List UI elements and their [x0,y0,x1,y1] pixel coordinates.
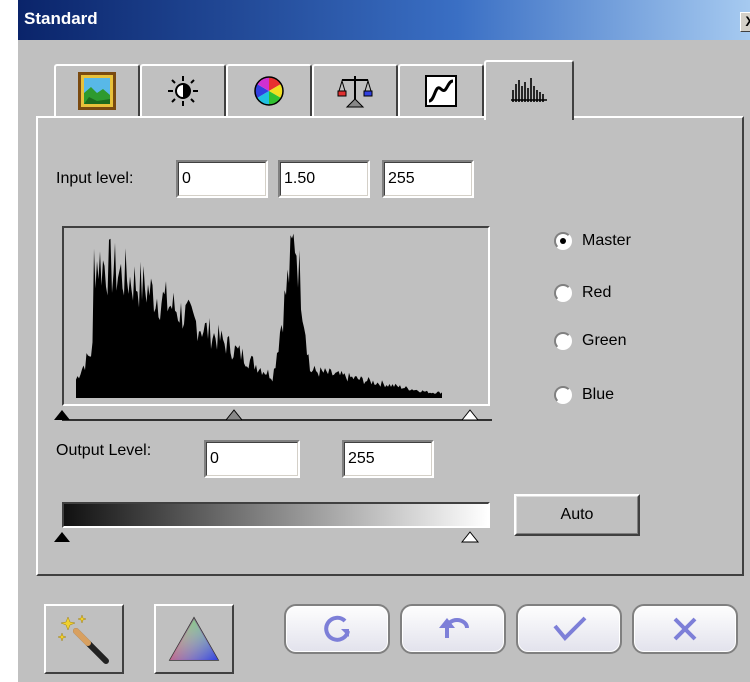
channel-master[interactable]: Master [554,232,631,250]
tab-color[interactable] [226,64,312,116]
ok-button[interactable] [516,604,622,654]
tab-image[interactable] [54,64,140,116]
brightness-icon [168,76,198,106]
cancel-button[interactable] [632,604,738,654]
output-black-field[interactable]: 0 [204,440,300,478]
balance-icon [337,76,373,108]
output-gradient-bar [62,502,490,528]
input-level-label: Input level: [56,170,134,187]
input-white-slider[interactable] [460,409,480,421]
channel-red[interactable]: Red [554,284,611,302]
radio-master[interactable] [554,232,572,250]
undo-button[interactable] [400,604,506,654]
output-white-slider[interactable] [460,531,480,543]
reset-icon [324,615,350,642]
ok-check-icon [553,616,587,641]
channel-blue[interactable]: Blue [554,386,614,404]
color-wheel-icon [254,76,284,106]
undo-icon [439,618,469,638]
landscape-icon [78,72,116,110]
output-white-field[interactable]: 255 [342,440,434,478]
title-bar[interactable]: Standard X [18,0,750,40]
standard-dialog: Standard X [18,0,750,682]
input-black-field[interactable]: 0 [176,160,268,198]
histogram-bars [76,233,442,398]
color-triangle-button[interactable] [154,604,234,674]
radio-red[interactable] [554,284,572,302]
auto-button[interactable]: Auto [514,494,640,536]
tab-levels[interactable] [484,60,574,120]
input-slider-track[interactable] [54,404,500,424]
input-gamma-slider[interactable] [224,409,244,421]
magic-wand-button[interactable] [44,604,124,674]
input-gamma-field[interactable]: 1.50 [278,160,370,198]
reset-button[interactable] [284,604,390,654]
histogram-graph [76,233,442,398]
close-icon: X [745,13,750,29]
rgb-triangle-icon [168,616,220,661]
close-button[interactable]: X [740,12,750,32]
output-slider-track[interactable] [54,528,500,546]
input-white-field[interactable]: 255 [382,160,474,198]
curve-icon [425,75,457,107]
histogram-display [62,226,490,406]
radio-green[interactable] [554,332,572,350]
tab-curve[interactable] [398,64,484,116]
radio-blue[interactable] [554,386,572,404]
input-black-slider[interactable] [54,410,70,420]
tab-brightness[interactable] [140,64,226,116]
channel-green[interactable]: Green [554,332,626,350]
cancel-x-icon [673,617,697,641]
histogram-icon [511,78,547,102]
output-level-label: Output Level: [56,442,152,459]
tab-balance[interactable] [312,64,398,116]
window-title: Standard [24,9,98,28]
output-black-slider[interactable] [54,532,70,542]
magic-wand-icon [57,614,109,664]
